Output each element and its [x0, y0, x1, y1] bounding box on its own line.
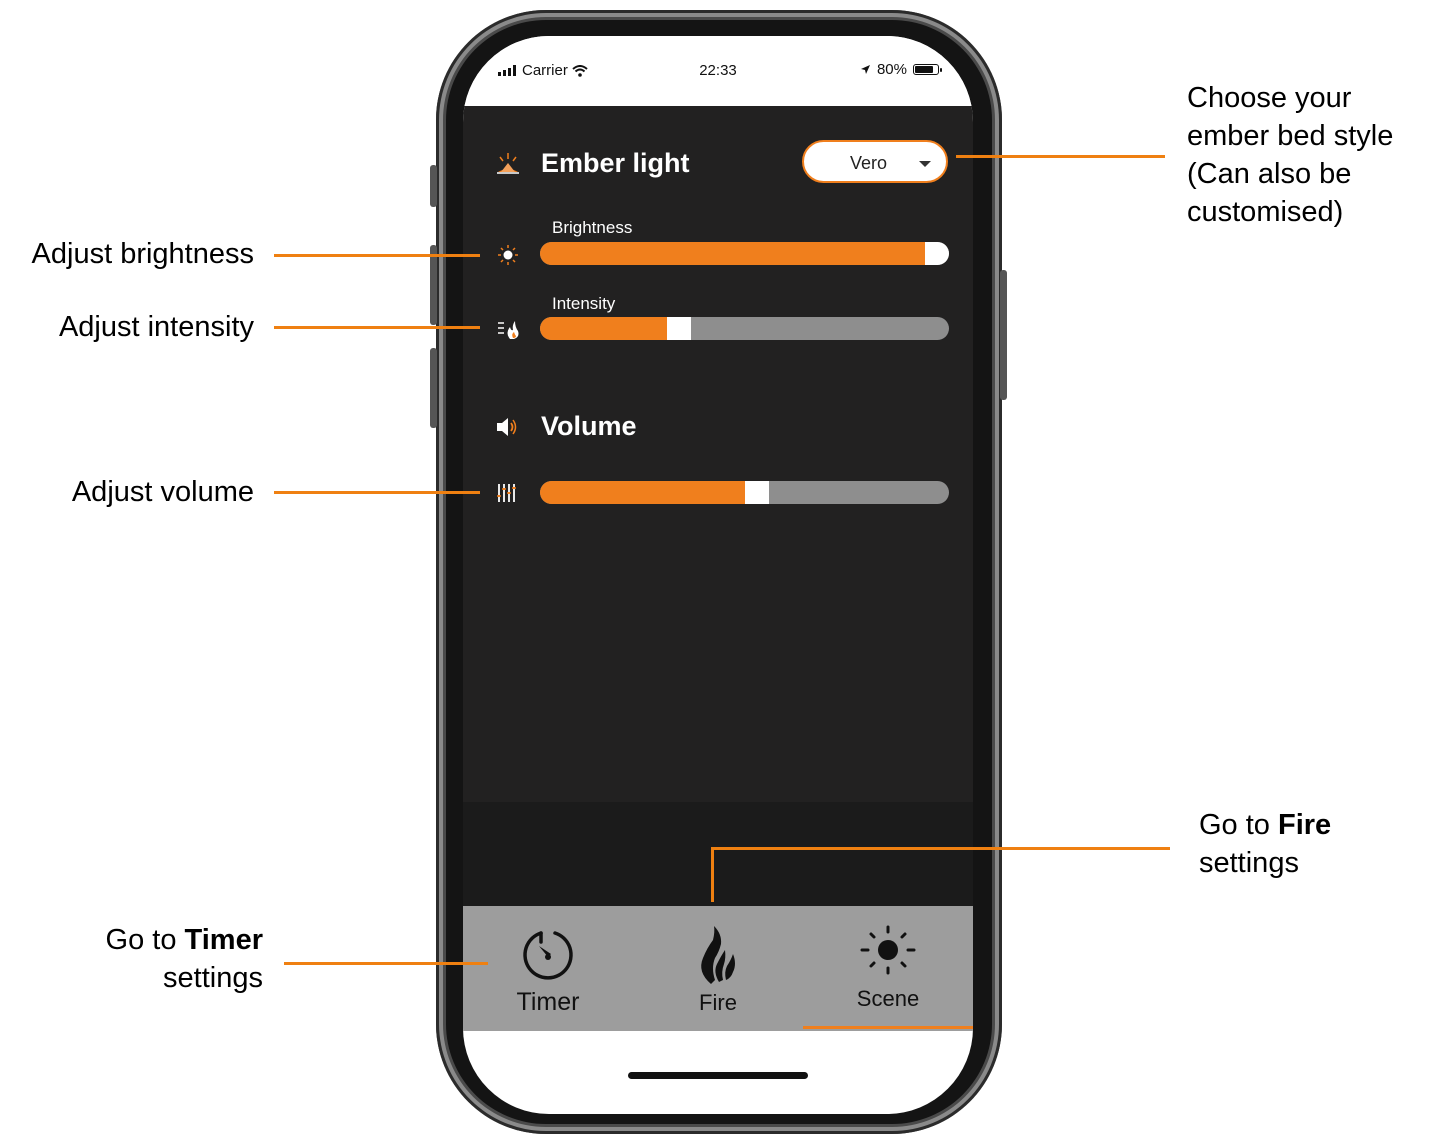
callout-timer: Go to Timer settings: [0, 921, 263, 997]
brightness-icon: [498, 245, 518, 265]
phone-volume-up-button: [430, 245, 437, 325]
ember-light-icon: [497, 153, 519, 174]
brightness-slider-fill: [540, 242, 937, 265]
callout-brightness: Adjust brightness: [31, 238, 254, 270]
intensity-slider[interactable]: [540, 317, 949, 340]
intensity-slider-fill: [540, 317, 667, 340]
callout-line-timer: [284, 962, 488, 965]
intensity-slider-thumb[interactable]: [667, 317, 691, 340]
callout-fire: Go to Fire settings: [1199, 806, 1331, 882]
tab-scene[interactable]: Scene: [803, 906, 973, 1031]
callout-ember-style-line-3: (Can also be: [1187, 158, 1352, 190]
volume-title: Volume: [541, 411, 637, 441]
callout-intensity: Adjust intensity: [58, 311, 254, 343]
callout-ember-style: Choose your ember bed style (Can also be…: [1187, 79, 1393, 231]
tab-fire-label: Fire: [699, 990, 737, 1015]
callout-line-fire: [711, 847, 1170, 850]
intensity-icon: [498, 321, 519, 339]
home-indicator[interactable]: [628, 1072, 808, 1079]
chevron-down-icon: [919, 161, 931, 167]
callout-timer-line-1: Go to Timer: [0, 921, 263, 959]
tab-fire[interactable]: Fire: [633, 906, 803, 1031]
tab-scene-label: Scene: [856, 986, 920, 1011]
flame-icon: [701, 926, 735, 984]
ember-style-selected: Vero: [850, 153, 888, 173]
timer-icon: [523, 931, 573, 980]
ember-light-title: Ember light: [541, 148, 690, 178]
callout-ember-style-line-1: Choose your: [1187, 82, 1352, 114]
callout-timer-bold: Timer: [184, 924, 263, 956]
callout-line-ember-style: [956, 155, 1165, 158]
app-content: Ember light Vero Brightness Intensity Vo…: [463, 106, 973, 977]
active-tab-indicator: [803, 1026, 973, 1029]
ember-style-dropdown[interactable]: Vero: [802, 140, 948, 183]
sun-icon: [860, 925, 916, 975]
phone-screen: Carrier 22:33 80% Ember light Vero Brigh…: [463, 36, 973, 1114]
callout-line-intensity: [274, 326, 480, 329]
phone-mute-switch: [430, 165, 437, 207]
callout-fire-prefix: Go to: [1199, 809, 1278, 841]
callout-line-volume: [274, 491, 480, 494]
callout-ember-style-line-2: ember bed style: [1187, 120, 1394, 152]
callout-line-brightness: [274, 254, 480, 257]
battery-icon: [913, 64, 942, 75]
status-right: 80%: [860, 61, 942, 78]
volume-slider[interactable]: [540, 481, 949, 504]
brightness-slider-thumb[interactable]: [925, 242, 949, 265]
callout-timer-prefix: Go to: [105, 924, 185, 956]
tab-timer-label: Timer: [516, 988, 580, 1016]
status-bar: Carrier 22:33 80%: [463, 36, 973, 106]
brightness-label: Brightness: [552, 218, 633, 237]
callout-fire-bold: Fire: [1278, 809, 1332, 841]
intensity-label: Intensity: [552, 294, 616, 313]
volume-slider-fill: [540, 481, 745, 504]
equalizer-icon: [497, 484, 516, 502]
callout-fire-line-1: Go to Fire: [1199, 806, 1331, 844]
tab-bar: Timer Fire Scene: [463, 906, 973, 1031]
phone-volume-down-button: [430, 348, 437, 428]
callout-vline-fire: [711, 847, 714, 902]
callout-volume: Adjust volume: [71, 476, 254, 508]
phone-power-button: [1000, 270, 1007, 400]
volume-slider-thumb[interactable]: [745, 481, 769, 504]
speaker-icon: [497, 418, 517, 436]
tab-timer[interactable]: Timer: [463, 906, 633, 1031]
location-arrow-icon: [860, 65, 870, 74]
callout-timer-line-2: settings: [163, 962, 263, 994]
brightness-slider[interactable]: [540, 242, 949, 265]
battery-percent: 80%: [876, 61, 907, 78]
callout-fire-line-2: settings: [1199, 847, 1299, 879]
callout-ember-style-line-4: customised): [1187, 196, 1344, 228]
